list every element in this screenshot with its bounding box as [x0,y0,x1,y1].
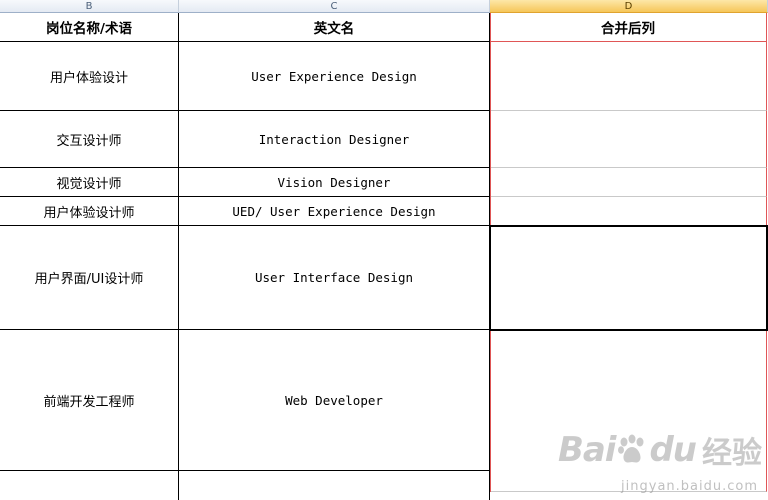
baidu-jingyan-watermark: Bai du 经验 jingyan.baidu.com [557,428,762,494]
table-row-3-c[interactable]: Vision Designer [179,168,490,197]
table-row-1-c[interactable]: User Experience Design [179,42,490,111]
table-row-3-d[interactable] [490,168,767,197]
column-d-outline [490,13,491,492]
table-row-2-b[interactable]: 交互设计师 [0,111,179,168]
watermark-product: 经验 [702,436,762,471]
column-header-b[interactable]: B [0,0,179,13]
paw-icon [618,434,644,463]
table-row-5-d[interactable] [490,226,767,330]
watermark-url: jingyan.baidu.com [621,479,758,494]
header-cell-d[interactable]: 合并后列 [490,13,767,42]
table-row-4-b[interactable]: 用户体验设计师 [0,197,179,226]
table-row-6-c[interactable]: Web Developer [179,330,490,471]
header-cell-c[interactable]: 英文名 [179,13,490,42]
table-row-4-d[interactable] [490,197,767,226]
watermark-brand-mark: du [649,430,697,470]
column-header-d[interactable]: D [490,0,768,13]
column-header-c[interactable]: C [179,0,490,13]
table-row-5-b[interactable]: 用户界面/UI设计师 [0,226,179,330]
watermark-brand: Bai [557,430,617,470]
table-row-7-b[interactable] [0,471,179,500]
table-row-1-d[interactable] [490,42,767,111]
table-row-1-b[interactable]: 用户体验设计 [0,42,179,111]
header-cell-b[interactable]: 岗位名称/术语 [0,13,179,42]
table-row-6-b[interactable]: 前端开发工程师 [0,330,179,471]
table-row-5-c[interactable]: User Interface Design [179,226,490,330]
table-row-4-c[interactable]: UED/ User Experience Design [179,197,490,226]
table-row-3-b[interactable]: 视觉设计师 [0,168,179,197]
table-row-7-c[interactable] [179,471,490,500]
table-row-2-c[interactable]: Interaction Designer [179,111,490,168]
table-row-2-d[interactable] [490,111,767,168]
